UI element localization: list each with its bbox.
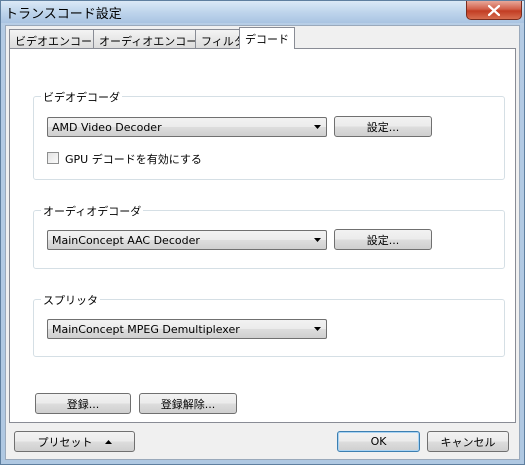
- preset-button[interactable]: プリセット: [14, 431, 135, 452]
- tab-label: オーディオエンコード: [99, 35, 209, 48]
- button-label: 登録...: [66, 397, 100, 411]
- triangle-up-icon: [104, 439, 112, 444]
- splitter-group: スプリッタ MainConcept MPEG Demultiplexer: [33, 292, 505, 357]
- button-label: キャンセル: [440, 435, 496, 449]
- video-decoder-value: AMD Video Decoder: [52, 121, 162, 134]
- video-decoder-select[interactable]: AMD Video Decoder: [47, 117, 327, 137]
- tab-label: ビデオエンコード: [15, 35, 103, 48]
- dialog-client-area: ビデオエンコード オーディオエンコード フィルタ デコード ビデオデコーダ AM…: [5, 25, 520, 460]
- title-bar[interactable]: トランスコード設定: [1, 1, 524, 23]
- video-decoder-group: ビデオデコーダ AMD Video Decoder 設定... GPU デコード…: [33, 89, 505, 180]
- cancel-button[interactable]: キャンセル: [427, 431, 509, 452]
- button-label: 登録解除...: [160, 397, 216, 411]
- unregister-button[interactable]: 登録解除...: [139, 393, 237, 414]
- ok-button[interactable]: OK: [337, 431, 420, 452]
- video-decoder-settings-button[interactable]: 設定...: [334, 116, 432, 137]
- button-label: OK: [370, 435, 387, 448]
- audio-decoder-select[interactable]: MainConcept AAC Decoder: [47, 230, 327, 250]
- audio-decoder-group: オーディオデコーダ MainConcept AAC Decoder 設定...: [33, 203, 505, 269]
- chevron-down-icon: [314, 238, 321, 242]
- video-decoder-group-label: ビデオデコーダ: [41, 89, 122, 105]
- transcode-settings-window: トランスコード設定 ビデオエンコード オーディオエンコード フィルタ デコード …: [0, 0, 525, 465]
- button-label: プリセット: [37, 435, 93, 449]
- audio-decoder-group-label: オーディオデコーダ: [41, 203, 144, 219]
- tab-decode[interactable]: デコード: [239, 27, 295, 49]
- close-icon: [488, 4, 500, 16]
- chevron-down-icon: [314, 125, 321, 129]
- decode-tab-panel: ビデオデコーダ AMD Video Decoder 設定... GPU デコード…: [9, 48, 516, 423]
- gpu-decode-label[interactable]: GPU デコードを有効にする: [65, 151, 202, 167]
- button-label: 設定...: [366, 233, 400, 247]
- splitter-value: MainConcept MPEG Demultiplexer: [52, 323, 240, 336]
- audio-decoder-settings-button[interactable]: 設定...: [334, 229, 432, 250]
- splitter-group-label: スプリッタ: [41, 292, 100, 308]
- window-title: トランスコード設定: [5, 7, 122, 22]
- chevron-down-icon: [314, 327, 321, 331]
- audio-decoder-value: MainConcept AAC Decoder: [52, 234, 200, 247]
- gpu-decode-checkbox[interactable]: [47, 152, 59, 164]
- register-button[interactable]: 登録...: [35, 393, 131, 414]
- splitter-select[interactable]: MainConcept MPEG Demultiplexer: [47, 319, 327, 339]
- tab-label: デコード: [245, 33, 289, 46]
- button-label: 設定...: [366, 120, 400, 134]
- close-button[interactable]: [466, 1, 522, 20]
